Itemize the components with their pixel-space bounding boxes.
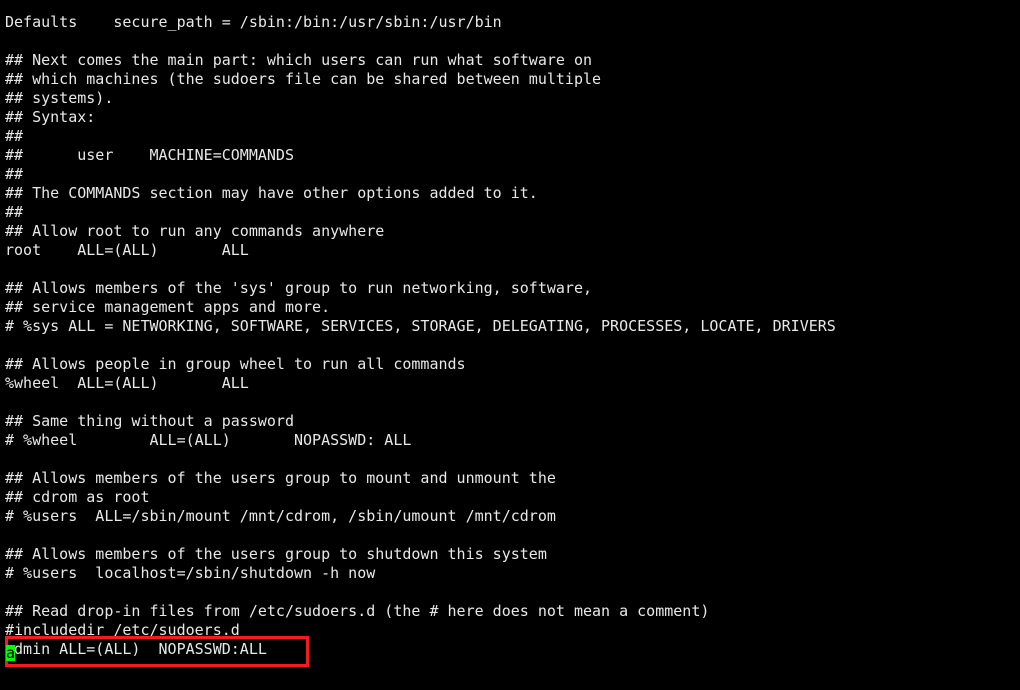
terminal-line: # %wheel ALL=(ALL) NOPASSWD: ALL [5, 431, 412, 449]
cursor-character: a [6, 644, 16, 662]
terminal-line: ## Same thing without a password [5, 412, 294, 430]
terminal-line: ## user MACHINE=COMMANDS [5, 146, 294, 164]
terminal-line: ## Allows members of the users group to … [5, 469, 556, 487]
terminal-window[interactable]: Defaults secure_path = /sbin:/bin:/usr/s… [0, 0, 1020, 690]
terminal-line: ## Syntax: [5, 108, 96, 126]
terminal-line: ## Read drop-in files from /etc/sudoers.… [5, 602, 710, 620]
terminal-line: ## systems). [5, 89, 114, 107]
terminal-line: root ALL=(ALL) ALL [5, 241, 249, 259]
terminal-line: admin ALL=(ALL) NOPASSWD:ALL [5, 640, 267, 658]
terminal-line: ## service management apps and more. [5, 298, 331, 316]
terminal-line: # %users ALL=/sbin/mount /mnt/cdrom, /sb… [5, 507, 556, 525]
terminal-line: Defaults secure_path = /sbin:/bin:/usr/s… [5, 13, 502, 31]
terminal-line: ## [5, 165, 24, 183]
terminal-line: ## Allows members of the users group to … [5, 545, 547, 563]
terminal-line: ## Allows members of the 'sys' group to … [5, 279, 592, 297]
terminal-line: ## The COMMANDS section may have other o… [5, 184, 538, 202]
terminal-line: ## Allows people in group wheel to run a… [5, 355, 466, 373]
terminal-line-active: #includedir /etc/sudoers.d [5, 621, 240, 639]
terminal-line: ## [5, 203, 24, 221]
terminal-line: # %users localhost=/sbin/shutdown -h now [5, 564, 376, 582]
terminal-line: ## Next comes the main part: which users… [5, 51, 592, 69]
terminal-line: ## which machines (the sudoers file can … [5, 70, 602, 88]
terminal-line: %wheel ALL=(ALL) ALL [5, 374, 249, 392]
terminal-line: # %sys ALL = NETWORKING, SOFTWARE, SERVI… [5, 317, 836, 335]
terminal-output: Defaults secure_path = /sbin:/bin:/usr/s… [5, 13, 836, 659]
terminal-line: ## cdrom as root [5, 488, 150, 506]
terminal-line: ## [5, 127, 24, 145]
terminal-line: ## Allow root to run any commands anywhe… [5, 222, 385, 240]
